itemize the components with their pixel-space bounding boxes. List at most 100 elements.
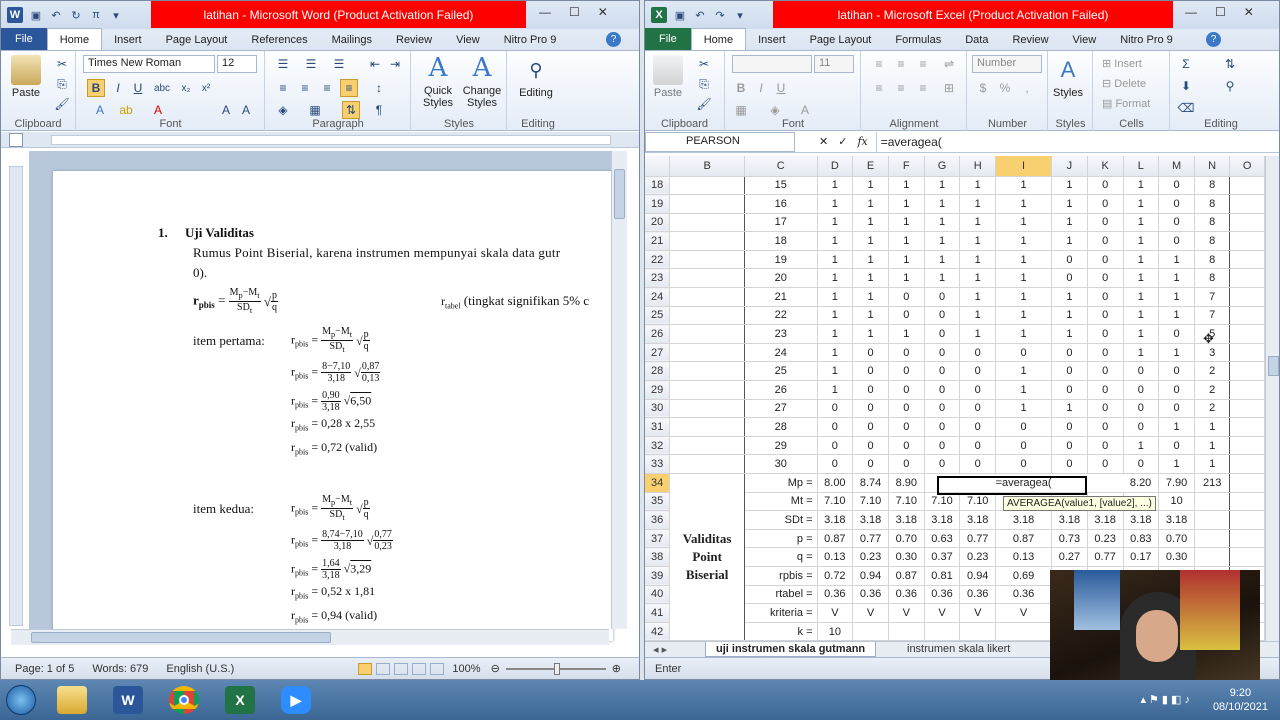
cell[interactable]: 0 <box>924 287 961 307</box>
cell[interactable]: 1 <box>1123 176 1160 196</box>
excel-file-tab[interactable]: File <box>645 28 691 50</box>
row-header[interactable]: 22 <box>645 250 671 270</box>
tab-review[interactable]: Review <box>384 30 444 50</box>
cell[interactable]: 7.10 <box>852 492 889 512</box>
cell[interactable] <box>1229 510 1265 530</box>
cell[interactable]: 0 <box>1158 324 1195 344</box>
cell[interactable]: 0.69 <box>995 566 1053 586</box>
cell[interactable]: 0 <box>924 380 961 400</box>
row-header[interactable]: 29 <box>645 380 671 400</box>
cell[interactable] <box>1229 176 1265 196</box>
cell[interactable]: 1 <box>1051 194 1088 214</box>
cell[interactable]: 0 <box>1123 399 1160 419</box>
row-header[interactable]: 25 <box>645 306 671 326</box>
cell[interactable]: 0 <box>1087 454 1124 474</box>
excel-tab-home[interactable]: Home <box>690 28 747 50</box>
cell[interactable]: 0 <box>1087 250 1124 270</box>
cell[interactable]: 1 <box>924 176 961 196</box>
row-header[interactable]: 37 <box>645 529 671 549</box>
cell[interactable] <box>1229 492 1265 512</box>
insert-function-icon[interactable]: fx <box>857 135 867 148</box>
document-page[interactable]: 1. Uji Validitas Rumus Point Biserial, k… <box>53 171 613 641</box>
cell[interactable]: 0 <box>924 306 961 326</box>
row-header[interactable]: 26 <box>645 324 671 344</box>
cell[interactable]: 0.17 <box>1123 547 1160 567</box>
cell[interactable]: 8 <box>1193 213 1231 233</box>
cell[interactable]: V <box>995 603 1053 623</box>
cell[interactable]: 0 <box>995 417 1053 437</box>
excel-bold-button[interactable]: B <box>732 79 750 97</box>
cell[interactable]: 0 <box>1158 380 1195 400</box>
cell[interactable] <box>1229 306 1265 326</box>
cell[interactable]: 0.23 <box>1087 529 1124 549</box>
column-header-M[interactable]: M <box>1158 156 1195 177</box>
cell[interactable]: 0.13 <box>817 547 854 567</box>
cell[interactable]: =averagea( <box>995 473 1052 493</box>
cell[interactable]: 1 <box>888 250 925 270</box>
row-header[interactable]: 34 <box>645 473 671 493</box>
cell[interactable]: 3.18 <box>1087 510 1124 530</box>
cell[interactable]: 1 <box>1123 324 1160 344</box>
cell[interactable]: 1 <box>852 213 889 233</box>
cell[interactable]: 1 <box>924 194 961 214</box>
cell[interactable] <box>1193 529 1231 549</box>
cell[interactable]: 7 <box>1193 306 1231 326</box>
column-header-H[interactable]: H <box>959 156 997 177</box>
cell[interactable]: 1 <box>959 306 997 326</box>
cell[interactable]: 0.77 <box>852 529 889 549</box>
excel-tab-view[interactable]: View <box>1061 30 1109 50</box>
cell[interactable]: 1 <box>817 250 854 270</box>
cell[interactable]: 0 <box>1051 417 1088 437</box>
cell[interactable]: 0.30 <box>1158 547 1195 567</box>
spreadsheet-grid[interactable]: B C D E F G H I J K L M N O 18 15 1 1 1 1 1 1 1 0 1 0 8 19 16 1 1 1 1 1 1 1… <box>645 156 1265 641</box>
cell[interactable]: 1 <box>1051 231 1088 251</box>
cell[interactable]: 3.18 <box>924 510 961 530</box>
cell[interactable]: 0.27 <box>1051 547 1088 567</box>
cell[interactable]: 0 <box>1087 324 1124 344</box>
cell[interactable]: 0 <box>1051 343 1088 363</box>
cell[interactable]: 0.81 <box>924 566 961 586</box>
cell[interactable]: 0 <box>852 399 889 419</box>
align-top-icon[interactable]: ≡ <box>870 55 888 73</box>
cell[interactable]: 1 <box>995 361 1053 382</box>
cell[interactable]: 30 <box>744 454 818 474</box>
cell[interactable]: 1 <box>888 324 925 344</box>
cell[interactable]: 0.36 <box>959 585 997 605</box>
cell[interactable]: 213 <box>1193 473 1231 493</box>
cell[interactable] <box>995 622 1053 641</box>
excel-copy-icon[interactable]: ⎘ <box>695 75 713 93</box>
cell[interactable]: 1 <box>1158 268 1195 289</box>
cell[interactable] <box>1229 213 1265 233</box>
cell[interactable]: 1 <box>817 361 854 382</box>
cell[interactable]: 7 <box>1193 287 1231 307</box>
cell[interactable]: 7.90 <box>1158 473 1195 493</box>
cell[interactable]: 1 <box>995 194 1053 214</box>
column-header-N[interactable]: N <box>1194 156 1231 177</box>
cell[interactable]: 1 <box>1123 436 1160 456</box>
cell[interactable]: 10 <box>1158 492 1195 512</box>
sort-filter-icon[interactable]: ⇅ <box>1221 55 1239 73</box>
name-box[interactable]: PEARSON <box>645 131 795 152</box>
cell[interactable]: 1 <box>1123 213 1160 233</box>
cell[interactable]: 1 <box>1158 306 1195 326</box>
excel-align-right-icon[interactable]: ≡ <box>914 79 932 97</box>
row-header[interactable]: 38 <box>645 547 671 567</box>
cell[interactable]: 8 <box>1193 250 1231 270</box>
cell[interactable]: 0 <box>1158 231 1195 251</box>
cell[interactable]: 22 <box>744 306 818 326</box>
cell[interactable]: 0 <box>1158 436 1195 456</box>
stat-label[interactable]: Mt = <box>744 492 818 512</box>
excel-cut-icon[interactable]: ✂ <box>695 55 713 73</box>
cell[interactable] <box>1229 287 1265 307</box>
page-count[interactable]: Page: 1 of 5 <box>15 663 74 675</box>
cell[interactable]: 1 <box>1123 194 1160 214</box>
sheet-tab-gutmann[interactable]: uji instrumen skala gutmann <box>705 642 877 657</box>
font-name-select[interactable]: Times New Roman <box>83 55 215 73</box>
cell[interactable]: 0 <box>888 417 925 437</box>
cell[interactable]: 0.87 <box>888 566 925 586</box>
cell[interactable]: 0 <box>924 454 961 474</box>
excel-tab-nitro[interactable]: Nitro Pro 9 <box>1108 30 1185 50</box>
cell[interactable]: 1 <box>959 231 997 251</box>
cell[interactable]: 1 <box>1123 306 1160 326</box>
cell[interactable]: 1 <box>995 231 1053 251</box>
